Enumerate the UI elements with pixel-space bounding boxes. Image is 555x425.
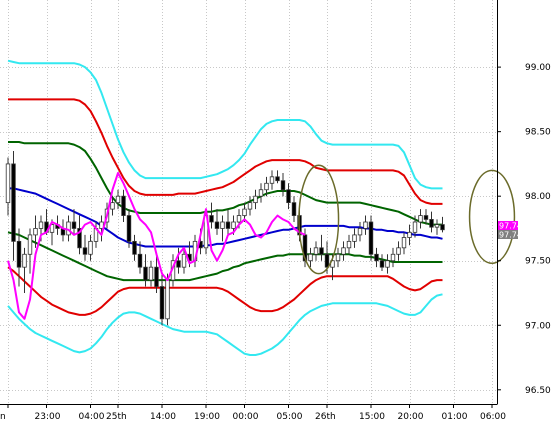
candle-body: [264, 182, 269, 191]
x-tick-label: 14:00: [150, 412, 176, 422]
candle-body: [126, 215, 132, 242]
candle-body: [396, 247, 401, 255]
candle-body: [379, 260, 385, 268]
candle-body: [110, 202, 115, 210]
candle-body: [88, 240, 93, 255]
candle-body: [363, 221, 368, 229]
candle-body: [401, 237, 407, 249]
candle-body: [242, 208, 247, 216]
candle-body: [368, 221, 374, 255]
candle-body: [209, 215, 214, 223]
candle-body: [27, 234, 33, 255]
candle-body: [137, 253, 143, 268]
x-tick-label: 19:00: [194, 412, 220, 422]
candle-body: [220, 221, 225, 229]
candle-body: [154, 266, 159, 287]
candle-body: [346, 240, 352, 249]
candle-body: [434, 224, 440, 228]
x-tick-label: 20:00: [398, 412, 424, 422]
candle-body: [148, 266, 154, 281]
candle-body: [5, 163, 11, 204]
candle-body: [440, 224, 445, 231]
x-tick-label: 25th: [106, 412, 127, 422]
candle-body: [176, 260, 181, 268]
candle-body: [286, 189, 291, 204]
x-tick-label: 00:00: [233, 412, 259, 422]
candle-body: [16, 240, 22, 268]
candle-body: [82, 247, 88, 255]
y-tick-label: 97.00: [525, 321, 551, 331]
candle-body: [313, 247, 319, 255]
y-tick-label: 99.00: [525, 63, 551, 73]
x-tick-label: 01:00: [442, 412, 468, 422]
pink-price-tag: 97.74: [499, 222, 522, 231]
candle-body: [407, 231, 412, 238]
candle-body: [418, 215, 423, 223]
candle-body: [121, 195, 126, 216]
candle-body: [390, 253, 396, 262]
candle-body: [231, 221, 236, 229]
candle-body: [269, 176, 275, 184]
candle-body: [280, 180, 286, 191]
y-tick-label: 97.50: [525, 257, 551, 267]
candle-body: [115, 195, 121, 204]
candle-body: [236, 215, 242, 223]
y-tick-label: 98.50: [525, 128, 551, 138]
candle-body: [33, 228, 38, 236]
y-tick-label: 96.50: [525, 386, 551, 396]
candle-body: [143, 266, 148, 281]
price-tags: 97.74 97.74: [498, 221, 522, 240]
candle-body: [22, 253, 27, 268]
candle-body: [165, 279, 170, 320]
candle-body: [412, 221, 418, 233]
candle-body: [214, 221, 220, 229]
candle-body: [319, 247, 324, 255]
y-tick-label: 98.00: [525, 192, 551, 202]
candle-body: [225, 221, 231, 229]
x-tick-label: 06:00: [480, 412, 506, 422]
current-price-tag: 97.74: [499, 231, 522, 240]
x-tick-label: 05:00: [277, 412, 303, 422]
x-tick-label: 15:00: [359, 412, 385, 422]
candle-body: [247, 202, 253, 210]
candle-body: [429, 219, 434, 228]
candle-body: [132, 240, 137, 255]
candle-body: [11, 163, 16, 242]
candle-body: [374, 253, 379, 262]
candle-body: [253, 195, 258, 204]
x-tick-label: 23:00: [35, 412, 61, 422]
candle-body: [181, 253, 187, 268]
candle-body: [159, 286, 165, 320]
candle-body: [341, 247, 346, 255]
candle: [368, 215, 374, 261]
candle-body: [38, 221, 44, 229]
x-tick-label: 04:00: [79, 412, 105, 422]
chart-window: 99.00 98.50 98.00 97.50 97.00 96.50 n 23:00 04:…: [0, 0, 555, 425]
candle-body: [423, 215, 429, 220]
candle-body: [335, 253, 341, 262]
price-chart: 99.00 98.50 98.00 97.50 97.00 96.50 n 23:00 04:…: [0, 0, 555, 425]
candle-body: [308, 253, 313, 262]
x-tick-label: 26th: [315, 412, 336, 422]
candle-body: [352, 234, 357, 242]
candle-body: [258, 189, 264, 197]
candle-body: [66, 221, 71, 236]
candle: [165, 273, 170, 326]
candle-body: [385, 260, 390, 268]
candle-body: [275, 176, 280, 182]
x-tick-label: n: [0, 412, 6, 422]
candle-body: [357, 228, 363, 236]
candle-body: [324, 253, 330, 268]
chart-background: [0, 0, 555, 425]
candle-body: [71, 221, 77, 229]
candle-body: [291, 202, 297, 216]
